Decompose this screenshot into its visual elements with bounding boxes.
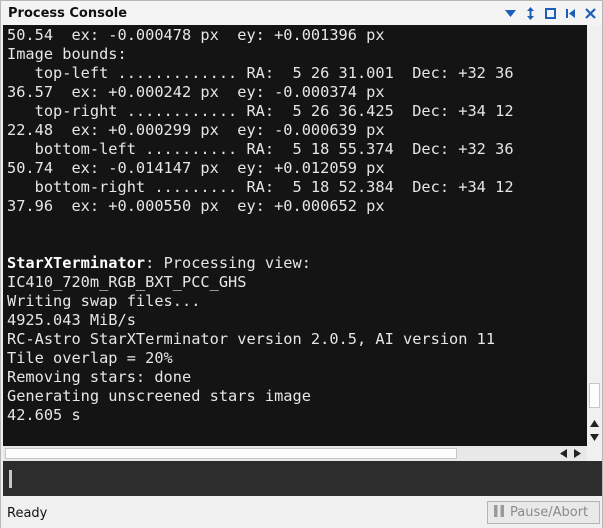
scroll-right-icon[interactable] — [571, 447, 583, 460]
console-line-text: bottom-left .......... RA: 5 18 55.374 D… — [7, 140, 514, 158]
console-line: top-right ............ RA: 5 26 36.425 D… — [7, 102, 514, 121]
console-line: 37.96 ex: +0.000550 px ey: +0.000652 px — [7, 197, 514, 216]
console-line-text: IC410_720m_RGB_BXT_PCC_GHS — [7, 273, 247, 291]
console-line: Tile overlap = 20% — [7, 349, 514, 368]
console-line: 36.57 ex: +0.000242 px ey: -0.000374 px — [7, 83, 514, 102]
scroll-up-icon[interactable] — [587, 417, 602, 429]
vertical-scrollbar-thumb[interactable] — [589, 383, 600, 408]
console-line-text: 42.605 s — [7, 406, 81, 424]
console-line-text: bottom-right ......... RA: 5 18 52.384 D… — [7, 178, 514, 196]
console-line-text: Writing swap files... — [7, 292, 201, 310]
previous-icon[interactable] — [563, 4, 578, 22]
console-line-text: Removing stars: done — [7, 368, 192, 386]
console-line-bold: StarXTerminator — [7, 254, 146, 272]
scroll-left-icon[interactable] — [557, 447, 569, 460]
console-line: IC410_720m_RGB_BXT_PCC_GHS — [7, 273, 514, 292]
scroll-down-icon[interactable] — [587, 431, 602, 443]
titlebar: Process Console — [1, 1, 602, 25]
console-lines: 50.54 ex: -0.000478 px ey: +0.001396 px I… — [7, 26, 514, 425]
console-line: bottom-left .......... RA: 5 18 55.374 D… — [7, 140, 514, 159]
console-line: bottom-right ......... RA: 5 18 52.384 D… — [7, 178, 514, 197]
console-line: 50.74 ex: -0.014147 px ey: +0.012059 px — [7, 159, 514, 178]
horizontal-scrollbar[interactable] — [3, 446, 587, 461]
console-line-text: 50.54 ex: -0.000478 px ey: +0.001396 px — [7, 26, 385, 44]
console-line: StarXTerminator: Processing view: — [7, 254, 514, 273]
console-output[interactable]: 50.54 ex: -0.000478 px ey: +0.001396 px I… — [3, 25, 587, 446]
console-line: 50.54 ex: -0.000478 px ey: +0.001396 px — [7, 26, 514, 45]
console-line: Generating unscreened stars image — [7, 387, 514, 406]
titlebar-controls — [503, 4, 598, 22]
console-line-text: Generating unscreened stars image — [7, 387, 311, 405]
horizontal-scrollbar-thumb[interactable] — [5, 448, 457, 459]
console-line-text: top-right ............ RA: 5 26 36.425 D… — [7, 102, 514, 120]
console-line-text: 22.48 ex: +0.000299 px ey: -0.000639 px — [7, 121, 385, 139]
console-line-text: RC-Astro StarXTerminator version 2.0.5, … — [7, 330, 496, 348]
console-line-text: Tile overlap = 20% — [7, 349, 173, 367]
move-icon[interactable] — [523, 4, 538, 22]
close-icon[interactable] — [583, 4, 598, 22]
pause-abort-label: Pause/Abort — [510, 505, 589, 520]
process-console-window: Process Console 50.54 ex: -0.000478 px e… — [0, 0, 603, 528]
statusbar: Ready Pause/Abort — [1, 497, 602, 528]
pause-abort-button[interactable]: Pause/Abort — [487, 501, 600, 524]
maximize-icon[interactable] — [543, 4, 558, 22]
console-line-text: 50.74 ex: -0.014147 px ey: +0.012059 px — [7, 159, 385, 177]
console-line-text: 36.57 ex: +0.000242 px ey: -0.000374 px — [7, 83, 385, 101]
command-input-bar — [3, 461, 602, 496]
console-line: 4925.043 MiB/s — [7, 311, 514, 330]
console-line-text: 4925.043 MiB/s — [7, 311, 136, 329]
console-line-text: 37.96 ex: +0.000550 px ey: +0.000652 px — [7, 197, 385, 215]
console-line: 22.48 ex: +0.000299 px ey: -0.000639 px — [7, 121, 514, 140]
input-caret — [9, 470, 12, 488]
pause-icon — [494, 504, 504, 521]
status-text: Ready — [7, 506, 48, 521]
console-line: 42.605 s — [7, 406, 514, 425]
console-line-text: : Processing view: — [145, 254, 311, 272]
console-line: top-left ............. RA: 5 26 31.001 D… — [7, 64, 514, 83]
command-input[interactable] — [3, 461, 602, 496]
console-line: Removing stars: done — [7, 368, 514, 387]
console-line: RC-Astro StarXTerminator version 2.0.5, … — [7, 330, 514, 349]
vertical-scrollbar[interactable] — [587, 25, 602, 446]
console-line: Image bounds: — [7, 45, 514, 64]
console-line: Writing swap files... — [7, 292, 514, 311]
console-line-text: top-left ............. RA: 5 26 31.001 D… — [7, 64, 514, 82]
arrow-down-icon[interactable] — [503, 4, 518, 22]
scrollbar-corner — [587, 446, 602, 461]
window-title: Process Console — [8, 6, 128, 21]
console-line-text: Image bounds: — [7, 45, 127, 63]
